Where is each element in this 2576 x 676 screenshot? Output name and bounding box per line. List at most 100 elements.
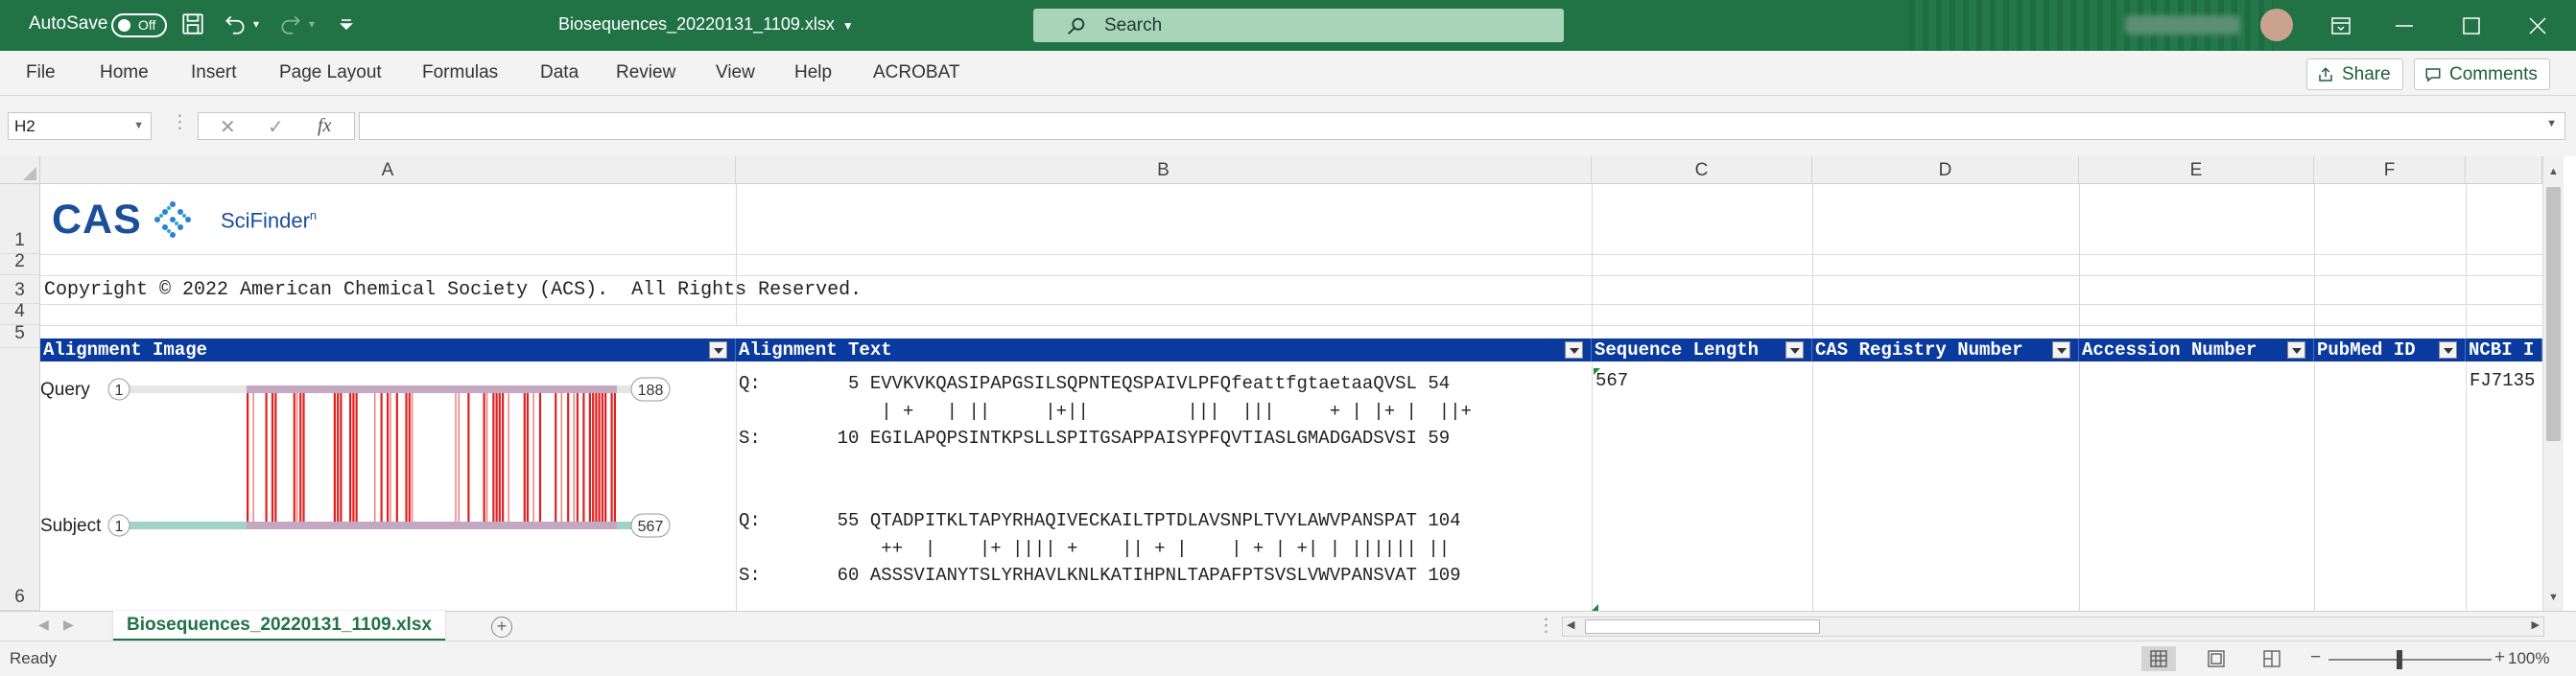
account-name[interactable] [2125, 15, 2240, 35]
vertical-scroll-thumb[interactable] [2546, 187, 2561, 441]
filter-dropdown-icon[interactable] [2287, 341, 2305, 359]
next-sheet-icon[interactable]: ▶ [63, 617, 74, 633]
zoom-slider-thumb[interactable] [2397, 650, 2402, 669]
cancel-icon[interactable]: ✕ [220, 115, 236, 139]
alignment-text-cell[interactable]: Q: 5 EVVKVKQASIPAPGSILSQPNTEQSPAIVLPFQfe… [739, 370, 1472, 590]
autosave-toggle[interactable]: Off [111, 13, 167, 37]
tab-help[interactable]: Help [794, 62, 832, 83]
tab-file[interactable]: File [26, 62, 56, 83]
gridline [40, 275, 2542, 276]
row-header-6[interactable]: 6 [0, 348, 40, 611]
ncbi-cell[interactable]: FJ7135 [2470, 370, 2542, 391]
document-title[interactable]: Biosequences_20220131_1109.xlsx ▼ [558, 14, 854, 35]
filter-dropdown-icon[interactable] [2052, 341, 2070, 359]
select-all-button[interactable] [0, 156, 40, 184]
undo-icon[interactable] [223, 12, 249, 38]
alignment-line: | + | || |+|| ||| ||| + | |+ | ||+ [739, 400, 1472, 422]
match-line [458, 393, 460, 522]
avatar[interactable] [2260, 9, 2293, 41]
scroll-down-icon[interactable]: ▼ [2548, 592, 2559, 603]
column-header-e[interactable]: E [2079, 156, 2314, 184]
insert-function-icon[interactable]: fx [318, 115, 331, 137]
horizontal-scroll-thumb[interactable] [1585, 619, 1820, 634]
scroll-up-icon[interactable]: ▲ [2548, 166, 2559, 177]
tab-insert[interactable]: Insert [191, 62, 237, 83]
search-box[interactable]: Search [1033, 9, 1564, 42]
redo-icon[interactable] [278, 12, 305, 38]
close-icon[interactable] [2499, 0, 2576, 51]
zoom-out-icon[interactable]: − [2310, 647, 2321, 668]
filter-dropdown-icon[interactable] [1565, 341, 1583, 359]
gridline [736, 348, 737, 611]
alignment-image[interactable]: Query Subject 1 188 1 567 [40, 362, 736, 545]
column-header-c[interactable]: C [1592, 156, 1812, 184]
page-break-view-button[interactable] [2255, 646, 2289, 671]
column-header-d[interactable]: D [1812, 156, 2079, 184]
share-button[interactable]: Share [2306, 58, 2403, 90]
header-sequence-length[interactable]: Sequence Length [1592, 338, 1812, 361]
split-handle-icon[interactable]: ⋮ [1537, 615, 1555, 637]
maximize-icon[interactable] [2433, 0, 2510, 51]
header-alignment-text[interactable]: Alignment Text [736, 338, 1592, 361]
row-header-5[interactable]: 5 [0, 323, 40, 348]
chevron-down-icon[interactable]: ▼ [133, 113, 144, 139]
subject-end-badge: 567 [630, 513, 671, 538]
formula-input[interactable]: ▼ [359, 112, 2565, 140]
header-alignment-image[interactable]: Alignment Image [40, 338, 736, 361]
error-indicator-icon[interactable] [1594, 368, 1600, 375]
match-line [299, 393, 302, 522]
column-header-g[interactable] [2466, 156, 2542, 184]
scroll-right-icon[interactable]: ▶ [2532, 618, 2540, 631]
undo-dropdown-icon[interactable]: ▾ [253, 17, 280, 44]
gridline [2079, 184, 2080, 611]
minimize-icon[interactable] [2366, 0, 2443, 51]
filter-dropdown-icon[interactable] [709, 341, 727, 359]
tab-data[interactable]: Data [540, 62, 579, 83]
zoom-level[interactable]: 100% [2508, 649, 2549, 668]
tab-view[interactable]: View [716, 62, 755, 83]
tab-acrobat[interactable]: ACROBAT [873, 62, 959, 83]
row-header-3[interactable]: 3 [0, 275, 40, 304]
tab-home[interactable]: Home [100, 62, 149, 83]
page-layout-view-button[interactable] [2199, 646, 2233, 671]
more-options-icon[interactable]: ⋮ [171, 111, 189, 133]
scroll-left-icon[interactable]: ◀ [1567, 618, 1574, 631]
match-line [405, 393, 408, 522]
save-icon[interactable] [180, 12, 207, 38]
column-header-a[interactable]: A [40, 156, 736, 184]
copyright-text[interactable]: Copyright © 2022 American Chemical Socie… [44, 279, 862, 301]
normal-view-button[interactable] [2141, 646, 2176, 671]
expand-formula-bar-icon[interactable]: ▼ [2546, 118, 2557, 129]
column-header-b[interactable]: B [736, 156, 1592, 184]
zoom-in-icon[interactable]: + [2494, 647, 2505, 668]
header-pubmed-id[interactable]: PubMed ID [2314, 338, 2466, 361]
vertical-scrollbar[interactable]: ▲ ▼ [2542, 156, 2564, 611]
header-cas-registry-number[interactable]: CAS Registry Number [1812, 338, 2079, 361]
name-box[interactable]: H2 ▼ [8, 112, 152, 140]
header-ncbi[interactable]: NCBI I [2466, 338, 2542, 361]
sheet-tab-bar: ◀ ▶ Biosequences_20220131_1109.xlsx + ⋮ … [0, 611, 2576, 641]
customize-toolbar-icon[interactable] [336, 12, 363, 38]
tab-review[interactable]: Review [616, 62, 675, 83]
enter-icon[interactable]: ✓ [268, 115, 284, 139]
zoom-slider[interactable] [2328, 659, 2492, 661]
filter-dropdown-icon[interactable] [1785, 341, 1804, 359]
sheet-tab[interactable]: Biosequences_20220131_1109.xlsx [113, 611, 445, 641]
tab-page-layout[interactable]: Page Layout [279, 62, 382, 83]
match-line [352, 393, 355, 522]
sequence-length-cell[interactable]: 567 [1594, 368, 1812, 397]
header-accession-number[interactable]: Accession Number [2079, 338, 2314, 361]
column-header-f[interactable]: F [2314, 156, 2466, 184]
redo-dropdown-icon[interactable]: ▾ [309, 17, 336, 44]
row-header-2[interactable]: 2 [0, 251, 40, 275]
svg-text:1: 1 [115, 383, 124, 399]
tab-formulas[interactable]: Formulas [422, 62, 498, 83]
match-line [293, 393, 295, 522]
filter-dropdown-icon[interactable] [2439, 341, 2457, 359]
add-sheet-icon[interactable]: + [491, 617, 512, 638]
row-header-1[interactable]: 1 [0, 184, 40, 254]
comments-button[interactable]: Comments [2414, 58, 2550, 90]
prev-sheet-icon[interactable]: ◀ [38, 617, 49, 633]
sequence-length-value: 567 [1595, 370, 1629, 391]
cas-scifinder-logo: CAS SciFindern [50, 195, 357, 246]
